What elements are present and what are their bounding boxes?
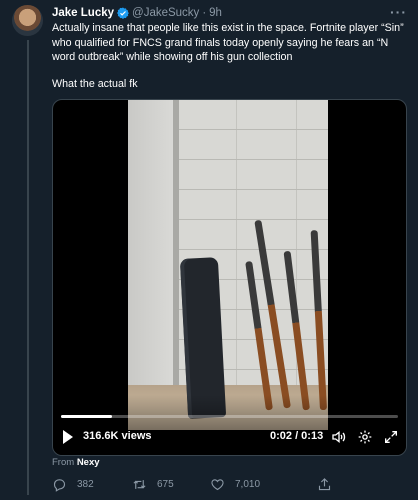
video-player[interactable]: 316.6K views 0:02 / 0:13 [52,99,407,456]
video-scene-corner [173,100,179,430]
video-progress-fill [61,415,112,418]
author-name[interactable]: Jake Lucky [52,7,114,19]
from-source-link[interactable]: Nexy [77,457,100,468]
video-source-attribution: From Nexy [52,457,100,468]
video-frame[interactable] [128,100,328,430]
from-prefix: From [52,457,75,468]
reply-count: 382 [77,478,94,490]
like-button[interactable]: 7,010 [210,475,260,493]
video-controls: 316.6K views 0:02 / 0:13 [53,426,406,448]
play-icon[interactable] [63,430,73,444]
video-scene-left-wall [128,100,176,430]
verified-badge-icon [117,7,130,19]
retweet-count: 675 [157,478,174,490]
tweet-text-paragraph-1: Actually insane that people like this ex… [52,22,404,63]
tweet-text: Actually insane that people like this ex… [52,21,404,91]
heart-icon [211,478,224,490]
separator-dot: · [202,7,207,19]
like-count: 7,010 [235,478,261,490]
avatar[interactable] [12,5,43,36]
retweet-icon [133,479,146,489]
reply-icon [53,478,66,492]
more-options-icon[interactable]: ··· [390,4,407,20]
video-progress-bar[interactable] [61,415,398,418]
retweet-button[interactable]: 675 [132,475,174,493]
thread-line [27,40,29,495]
timestamp[interactable]: 9h [209,7,222,19]
fullscreen-expand-icon[interactable] [383,429,399,445]
tweet[interactable]: Jake Lucky @JakeSucky · 9h ··· Actually … [0,0,418,500]
share-icon [318,477,331,490]
video-timer: 0:02 / 0:13 [270,430,324,442]
share-button[interactable] [317,475,342,493]
reply-button[interactable]: 382 [52,475,94,493]
tweet-actions: 382 675 7,010 [52,475,412,493]
author-handle[interactable]: @JakeSucky [132,7,199,19]
settings-gear-icon[interactable] [357,429,373,445]
volume-icon[interactable] [331,429,347,445]
tweet-text-paragraph-2: What the actual fk [52,77,138,90]
view-count: 316.6K views [83,430,152,442]
tweet-header: Jake Lucky @JakeSucky · 9h [52,5,222,21]
